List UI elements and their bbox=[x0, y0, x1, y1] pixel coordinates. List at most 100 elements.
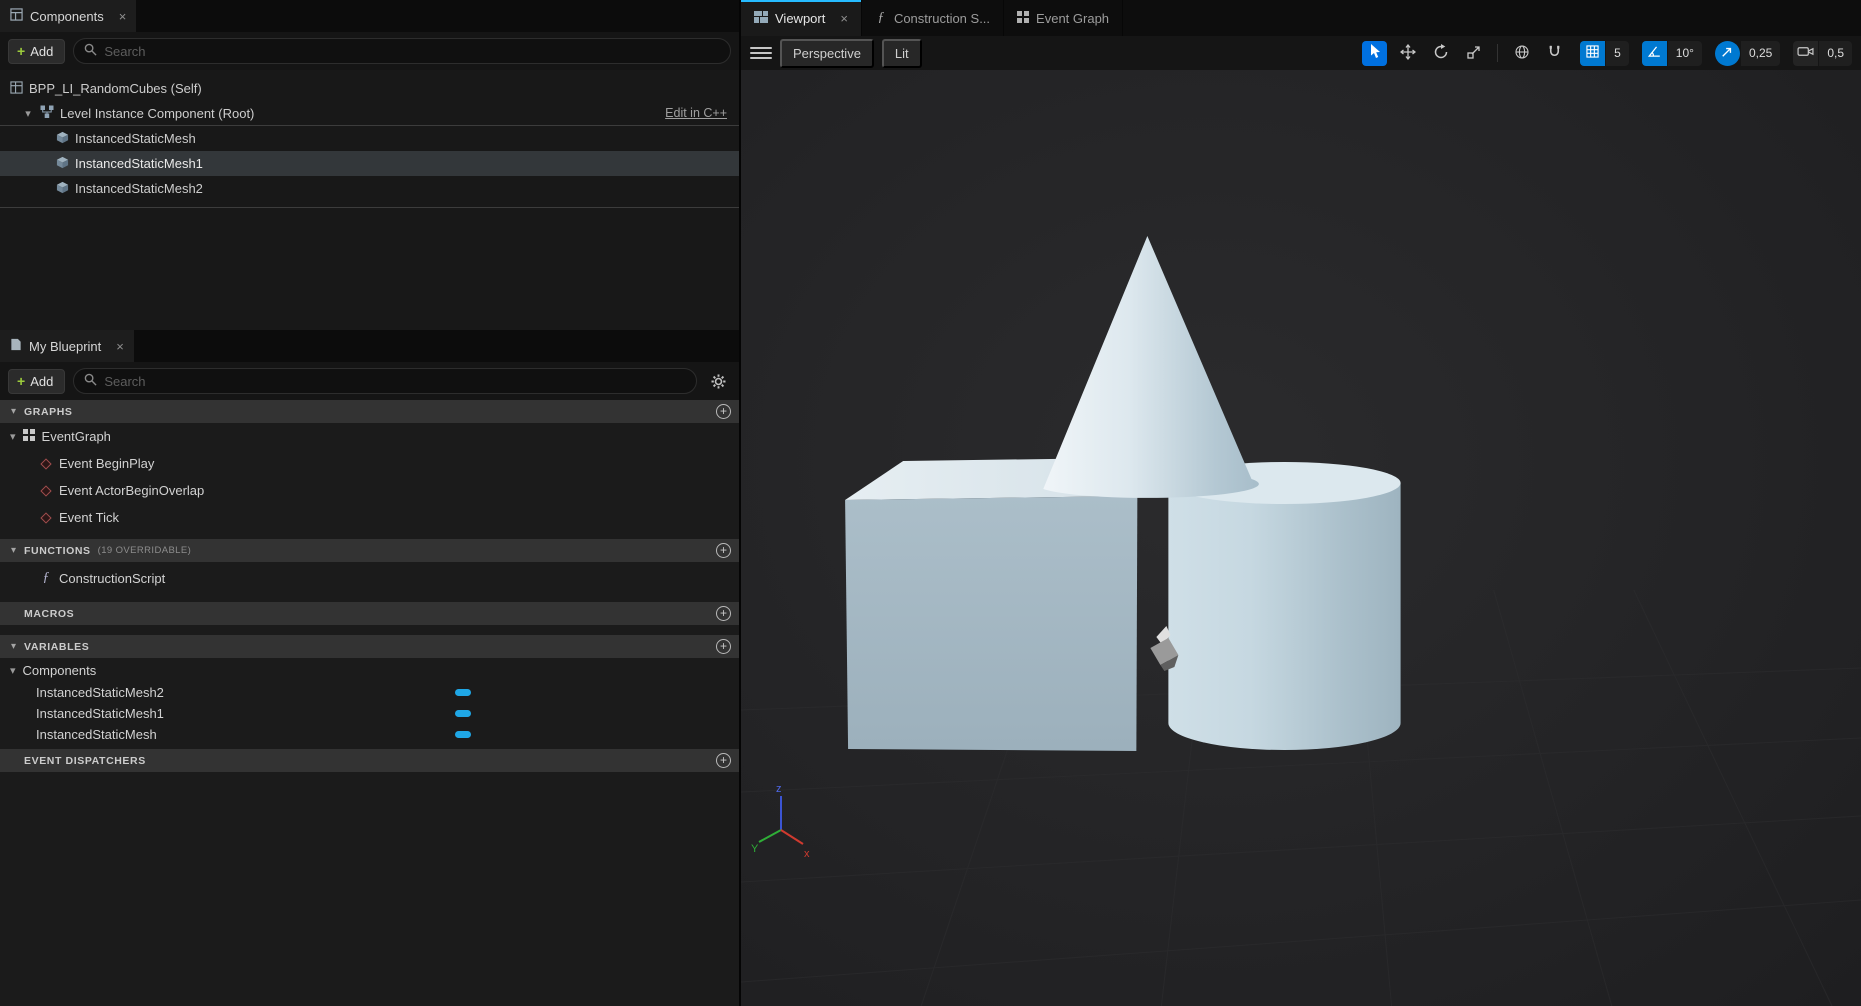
scale-snap-value[interactable]: 0,25 bbox=[1741, 41, 1780, 66]
variable-row[interactable]: InstancedStaticMesh bbox=[0, 724, 739, 745]
add-function-button[interactable]: + bbox=[716, 543, 731, 558]
variable-label: InstancedStaticMesh bbox=[36, 727, 157, 742]
event-graph-icon bbox=[23, 429, 35, 444]
my-blueprint-tab-icon bbox=[10, 338, 22, 354]
grid-snap-value[interactable]: 5 bbox=[1606, 41, 1629, 66]
3d-viewport-canvas[interactable]: z Y x bbox=[741, 70, 1861, 1006]
viewport-toolbar: Perspective Lit bbox=[741, 36, 1861, 70]
scene-render bbox=[741, 70, 1861, 1006]
grid-snap-toggle[interactable] bbox=[1580, 41, 1605, 66]
scale-snap-toggle[interactable] bbox=[1715, 41, 1740, 66]
variable-row[interactable]: InstancedStaticMesh1 bbox=[0, 703, 739, 724]
add-new-button[interactable]: + Add bbox=[8, 369, 65, 394]
variable-category-row[interactable]: ▾ Components bbox=[0, 658, 739, 682]
event-graph-row[interactable]: ▾ EventGraph bbox=[0, 423, 739, 450]
scale-icon bbox=[1466, 44, 1482, 63]
rotation-snap-value[interactable]: 10° bbox=[1668, 41, 1702, 66]
my-blueprint-panel: My Blueprint × + Add bbox=[0, 330, 739, 1006]
add-button-label: Add bbox=[30, 44, 53, 59]
event-node-icon bbox=[40, 485, 51, 496]
tree-row-level-instance[interactable]: ▾ Level Instance Component (Root) Edit i… bbox=[0, 101, 739, 126]
event-row[interactable]: Event BeginPlay bbox=[0, 450, 739, 477]
gear-icon[interactable] bbox=[705, 368, 731, 394]
event-row[interactable]: Event Tick bbox=[0, 504, 739, 531]
rotate-tool-button[interactable] bbox=[1428, 41, 1453, 66]
tab-label: My Blueprint bbox=[29, 339, 101, 354]
root-label: BPP_LI_RandomCubes (Self) bbox=[29, 81, 202, 96]
lit-dropdown[interactable]: Lit bbox=[882, 39, 922, 68]
close-icon[interactable]: × bbox=[840, 11, 848, 26]
variable-label: InstancedStaticMesh2 bbox=[36, 685, 164, 700]
chevron-down-icon: ▾ bbox=[8, 545, 19, 556]
section-title: EVENT DISPATCHERS bbox=[24, 755, 146, 767]
tab-construction-script[interactable]: ƒ Construction S... bbox=[862, 0, 1004, 36]
close-icon[interactable]: × bbox=[116, 339, 124, 354]
close-icon[interactable]: × bbox=[119, 9, 127, 24]
rotate-icon bbox=[1433, 44, 1449, 63]
move-tool-button[interactable] bbox=[1395, 41, 1420, 66]
section-macros[interactable]: MACROS + bbox=[0, 602, 739, 625]
add-variable-button[interactable]: + bbox=[716, 639, 731, 654]
cylinder-body bbox=[1168, 483, 1400, 750]
event-graph-label: EventGraph bbox=[42, 429, 111, 444]
event-row[interactable]: Event ActorBeginOverlap bbox=[0, 477, 739, 504]
axis-gizmo: z Y x bbox=[751, 780, 823, 860]
chevron-down-icon[interactable]: ▾ bbox=[10, 430, 16, 443]
section-functions[interactable]: ▾ FUNCTIONS (19 OVERRIDABLE) + bbox=[0, 539, 739, 562]
tab-viewport[interactable]: Viewport × bbox=[741, 0, 862, 36]
function-icon: ƒ bbox=[875, 10, 887, 26]
tree-row-mesh[interactable]: InstancedStaticMesh bbox=[0, 126, 739, 151]
chevron-down-icon[interactable]: ▾ bbox=[10, 664, 16, 677]
tree-divider bbox=[0, 207, 739, 208]
components-search-input[interactable] bbox=[104, 44, 720, 59]
section-variables[interactable]: ▾ VARIABLES + bbox=[0, 635, 739, 658]
construction-script-row[interactable]: ƒ ConstructionScript bbox=[0, 562, 739, 594]
tree-row-mesh-selected[interactable]: InstancedStaticMesh1 bbox=[0, 151, 739, 176]
my-blueprint-search-input[interactable] bbox=[104, 374, 686, 389]
section-event-dispatchers[interactable]: EVENT DISPATCHERS + bbox=[0, 749, 739, 772]
my-blueprint-tab-strip: My Blueprint × bbox=[0, 330, 739, 362]
section-graphs[interactable]: ▾ GRAPHS + bbox=[0, 400, 739, 423]
camera-icon bbox=[1797, 45, 1814, 61]
rotation-snap-group: 10° bbox=[1642, 41, 1702, 66]
surface-snap-button[interactable] bbox=[1542, 41, 1567, 66]
tree-row-root[interactable]: BPP_LI_RandomCubes (Self) bbox=[0, 76, 739, 101]
tree-row-mesh[interactable]: InstancedStaticMesh2 bbox=[0, 176, 739, 201]
add-component-button[interactable]: + Add bbox=[8, 39, 65, 64]
select-tool-button[interactable] bbox=[1362, 41, 1387, 66]
tab-event-graph[interactable]: Event Graph bbox=[1004, 0, 1123, 36]
perspective-dropdown[interactable]: Perspective bbox=[780, 39, 874, 68]
components-toolbar: + Add bbox=[0, 32, 739, 70]
plus-icon: + bbox=[17, 44, 25, 58]
chevron-down-icon[interactable]: ▾ bbox=[22, 107, 34, 120]
chevron-down-icon: ▾ bbox=[8, 406, 19, 417]
camera-speed-value[interactable]: 0,5 bbox=[1819, 41, 1852, 66]
edit-in-cpp-link[interactable]: Edit in C++ bbox=[665, 106, 727, 120]
add-event-dispatcher-button[interactable]: + bbox=[716, 753, 731, 768]
scale-tool-button[interactable] bbox=[1461, 41, 1486, 66]
variable-row[interactable]: InstancedStaticMesh2 bbox=[0, 682, 739, 703]
grid-icon bbox=[1586, 45, 1599, 61]
camera-speed-button[interactable] bbox=[1793, 41, 1818, 66]
world-space-button[interactable] bbox=[1509, 41, 1534, 66]
section-title: GRAPHS bbox=[24, 406, 73, 418]
hamburger-menu-icon[interactable] bbox=[750, 42, 772, 64]
add-macro-button[interactable]: + bbox=[716, 606, 731, 621]
magnet-icon bbox=[1547, 44, 1562, 62]
tab-components[interactable]: Components × bbox=[0, 0, 136, 32]
tab-my-blueprint[interactable]: My Blueprint × bbox=[0, 330, 134, 362]
variable-category-label: Components bbox=[23, 663, 97, 678]
grid-snap-group: 5 bbox=[1580, 41, 1629, 66]
level-instance-label: Level Instance Component (Root) bbox=[60, 106, 254, 121]
rotation-snap-toggle[interactable] bbox=[1642, 41, 1667, 66]
my-blueprint-toolbar: + Add bbox=[0, 362, 739, 400]
components-search-box bbox=[73, 38, 731, 64]
static-mesh-icon bbox=[56, 156, 69, 172]
level-instance-icon bbox=[40, 105, 54, 122]
camera-speed-group: 0,5 bbox=[1793, 41, 1852, 66]
section-title: VARIABLES bbox=[24, 641, 89, 653]
blueprint-editor: Components × + Add bbox=[0, 0, 1861, 1006]
add-graph-button[interactable]: + bbox=[716, 404, 731, 419]
globe-icon bbox=[1514, 44, 1530, 63]
event-node-icon bbox=[40, 458, 51, 469]
